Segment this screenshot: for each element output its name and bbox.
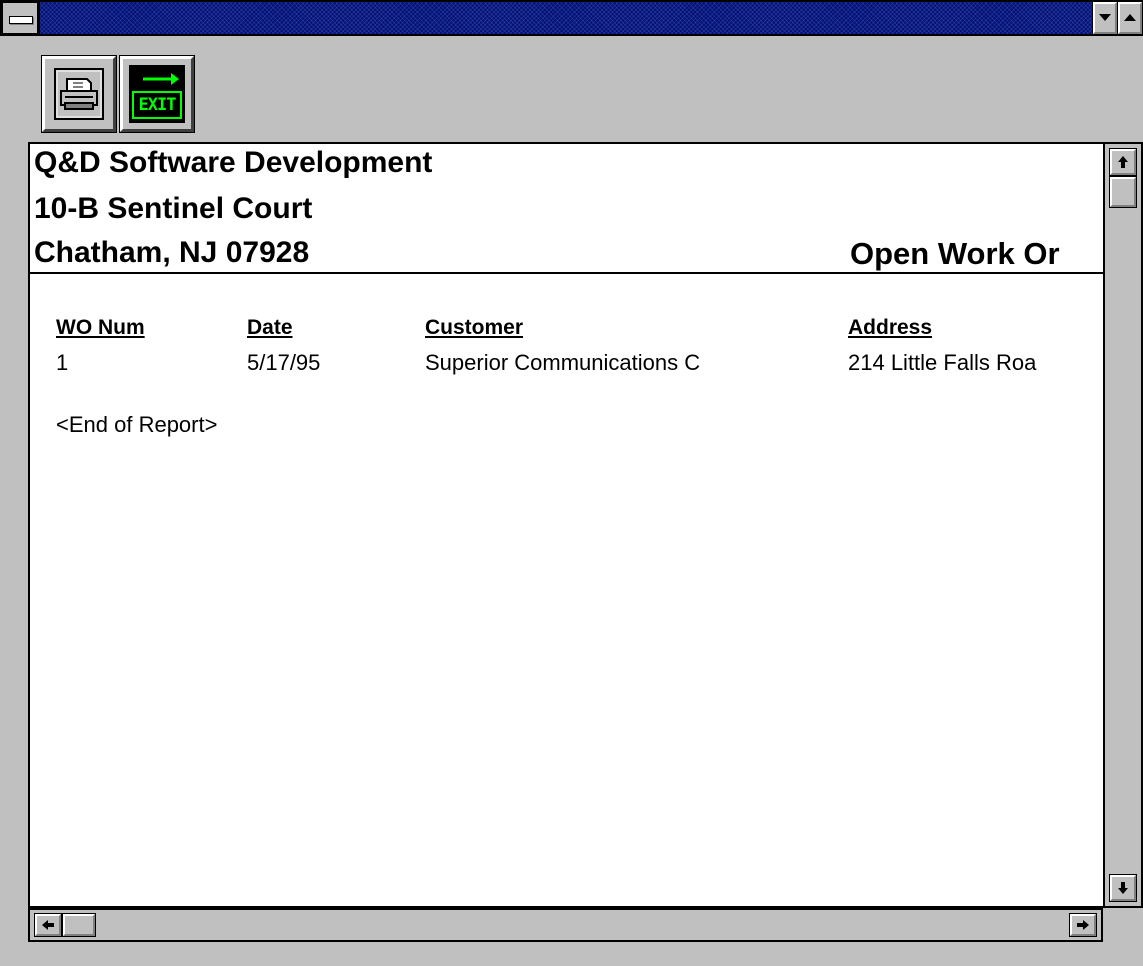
print-button[interactable] — [41, 55, 117, 133]
cell-address: 214 Little Falls Roa — [848, 350, 1037, 375]
exit-label: EXIT — [132, 91, 182, 119]
system-menu-bar-icon — [9, 16, 33, 24]
triangle-down-icon — [1099, 14, 1111, 21]
column-header-date: Date — [247, 316, 293, 339]
column-header-wo-num: WO Num — [56, 316, 145, 339]
scrollbar-corner — [1103, 908, 1143, 942]
company-street: 10-B Sentinel Court — [34, 192, 313, 225]
scroll-up-button[interactable] — [1109, 148, 1137, 176]
arrow-left-icon — [42, 920, 54, 930]
exit-button[interactable]: EXIT — [119, 55, 195, 133]
end-of-report: <End of Report> — [56, 412, 218, 437]
vertical-scrollbar[interactable] — [1103, 142, 1143, 908]
triangle-up-icon — [1124, 14, 1136, 21]
column-header-customer: Customer — [425, 316, 524, 339]
scroll-left-button[interactable] — [34, 913, 62, 937]
cell-customer: Superior Communications C — [425, 350, 701, 375]
arrow-up-icon — [1118, 156, 1128, 168]
scroll-down-button[interactable] — [1109, 874, 1137, 902]
horizontal-scroll-thumb[interactable] — [62, 913, 96, 937]
header-rule — [30, 272, 1103, 274]
arrow-right-icon — [1077, 920, 1089, 930]
maximize-button[interactable] — [1118, 2, 1142, 34]
horizontal-scrollbar[interactable] — [28, 908, 1103, 942]
minimize-button[interactable] — [1093, 2, 1117, 34]
title-bar[interactable] — [0, 0, 1143, 36]
report-viewport[interactable]: Q&D Software Development 10-B Sentinel C… — [28, 142, 1103, 908]
report-title: Open Work Or — [850, 236, 1060, 271]
printer-icon — [51, 65, 107, 123]
column-header-address: Address — [848, 316, 933, 339]
report-window: EXIT Q&D Software Development 10-B Senti… — [0, 0, 1143, 966]
title-bar-fill — [40, 2, 1092, 34]
exit-sign-icon: EXIT — [129, 65, 185, 123]
scroll-right-button[interactable] — [1069, 913, 1097, 937]
company-name: Q&D Software Development — [34, 146, 433, 179]
cell-date: 5/17/95 — [247, 350, 321, 375]
company-city: Chatham, NJ 07928 — [34, 236, 310, 269]
cell-wo-num: 1 — [56, 350, 69, 375]
vertical-scroll-thumb[interactable] — [1109, 176, 1137, 208]
arrow-down-icon — [1118, 882, 1128, 894]
system-menu-button[interactable] — [2, 2, 38, 34]
